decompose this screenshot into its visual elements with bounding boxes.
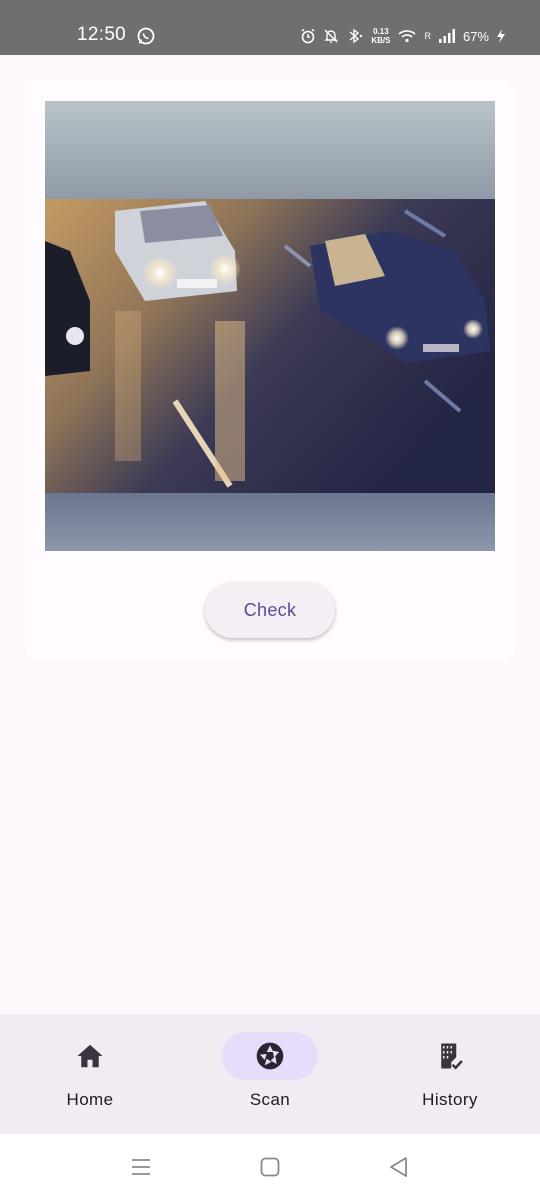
system-nav <box>0 1134 540 1200</box>
signal-icon <box>438 29 455 43</box>
check-button[interactable]: Check <box>205 582 335 638</box>
recents-icon[interactable] <box>128 1154 154 1180</box>
camera-shutter-icon <box>256 1042 284 1070</box>
charging-icon <box>497 29 505 43</box>
home-square-icon[interactable] <box>257 1154 283 1180</box>
status-icons: 0.13 KB/S R 67% <box>300 25 506 47</box>
bluetooth-icon <box>349 28 363 44</box>
nav-icon-wrap-scan <box>222 1032 318 1080</box>
nav-item-history[interactable]: History <box>360 1032 540 1127</box>
status-bar: 12:50 0.13 KB/S R 67% <box>0 0 540 55</box>
net-speed-unit: KB/S <box>371 36 391 45</box>
scan-card: Check <box>25 80 515 660</box>
bottom-nav: Home Scan History <box>0 1014 540 1134</box>
nav-item-scan[interactable]: Scan <box>180 1032 360 1127</box>
back-icon[interactable] <box>386 1154 412 1180</box>
camera-preview <box>45 101 495 551</box>
nav-item-home[interactable]: Home <box>0 1032 180 1127</box>
home-icon <box>77 1044 103 1068</box>
roaming-indicator: R <box>424 31 431 41</box>
mute-icon <box>324 29 339 43</box>
history-icon <box>441 1043 463 1070</box>
whatsapp-icon <box>137 27 155 45</box>
battery-level: 67% <box>462 28 489 44</box>
nav-label-home: Home <box>66 1090 114 1109</box>
status-time: 12:50 <box>77 24 127 45</box>
nav-label-history: History <box>422 1090 478 1109</box>
camera-preview-image <box>45 101 495 551</box>
nav-label-scan: Scan <box>249 1090 291 1109</box>
net-speed-value: 0.13 <box>373 27 389 36</box>
nav-icon-wrap-history <box>402 1032 498 1080</box>
nav-icon-wrap-home <box>42 1032 138 1080</box>
wifi-icon <box>398 30 417 43</box>
alarm-icon <box>301 28 315 44</box>
net-speed: 0.13 KB/S <box>371 27 390 45</box>
